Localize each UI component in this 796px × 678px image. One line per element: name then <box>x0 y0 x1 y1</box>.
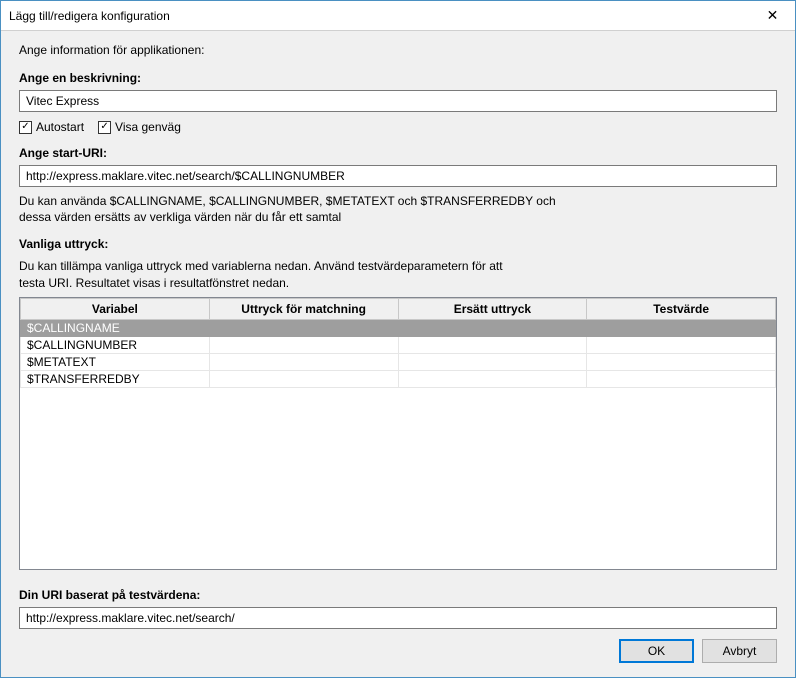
cell-variable[interactable]: $CALLINGNUMBER <box>21 336 210 353</box>
ok-button[interactable]: OK <box>619 639 694 663</box>
show-shortcut-checkbox[interactable]: ✓ Visa genväg <box>98 120 181 134</box>
result-section: Din URI baserat på testvärdena: <box>19 580 777 629</box>
variables-table-wrap[interactable]: Variabel Uttryck för matchning Ersätt ut… <box>19 297 777 570</box>
checkmark-icon: ✓ <box>98 121 111 134</box>
cell-replace_expr[interactable] <box>398 370 587 387</box>
cell-match_expr[interactable] <box>209 370 398 387</box>
start-uri-input[interactable] <box>19 165 777 187</box>
table-header-row: Variabel Uttryck för matchning Ersätt ut… <box>21 298 776 319</box>
col-variable[interactable]: Variabel <box>21 298 210 319</box>
cell-test_value[interactable] <box>587 319 776 336</box>
col-replace-expr[interactable]: Ersätt uttryck <box>398 298 587 319</box>
dialog-window: Lägg till/redigera konfiguration ✕ Ange … <box>0 0 796 678</box>
col-test-value[interactable]: Testvärde <box>587 298 776 319</box>
table-row[interactable]: $METATEXT <box>21 353 776 370</box>
cell-variable[interactable]: $CALLINGNAME <box>21 319 210 336</box>
window-title: Lägg till/redigera konfiguration <box>9 9 170 23</box>
regex-label: Vanliga uttryck: <box>19 237 777 251</box>
table-row[interactable]: $TRANSFERREDBY <box>21 370 776 387</box>
cell-replace_expr[interactable] <box>398 336 587 353</box>
cell-match_expr[interactable] <box>209 336 398 353</box>
cell-test_value[interactable] <box>587 336 776 353</box>
show-shortcut-label: Visa genväg <box>115 120 181 134</box>
button-row: OK Avbryt <box>19 639 777 663</box>
intro-text: Ange information för applikationen: <box>19 43 777 57</box>
cell-test_value[interactable] <box>587 353 776 370</box>
cell-replace_expr[interactable] <box>398 319 587 336</box>
checkmark-icon: ✓ <box>19 121 32 134</box>
regex-info-text: Du kan tillämpa vanliga uttryck med vari… <box>19 258 777 290</box>
description-label: Ange en beskrivning: <box>19 71 777 85</box>
uri-info-text: Du kan använda $CALLINGNAME, $CALLINGNUM… <box>19 193 777 225</box>
start-uri-label: Ange start-URI: <box>19 146 777 160</box>
cell-match_expr[interactable] <box>209 319 398 336</box>
cell-test_value[interactable] <box>587 370 776 387</box>
checkbox-row: ✓ Autostart ✓ Visa genväg <box>19 120 777 134</box>
cell-variable[interactable]: $TRANSFERREDBY <box>21 370 210 387</box>
close-button[interactable]: ✕ <box>750 1 795 30</box>
autostart-label: Autostart <box>36 120 84 134</box>
dialog-body: Ange information för applikationen: Ange… <box>1 31 795 677</box>
cancel-button[interactable]: Avbryt <box>702 639 777 663</box>
table-row[interactable]: $CALLINGNAME <box>21 319 776 336</box>
autostart-checkbox[interactable]: ✓ Autostart <box>19 120 84 134</box>
description-input[interactable] <box>19 90 777 112</box>
result-uri-input[interactable] <box>19 607 777 629</box>
cell-match_expr[interactable] <box>209 353 398 370</box>
titlebar: Lägg till/redigera konfiguration ✕ <box>1 1 795 31</box>
variables-table: Variabel Uttryck för matchning Ersätt ut… <box>20 298 776 388</box>
cell-replace_expr[interactable] <box>398 353 587 370</box>
table-row[interactable]: $CALLINGNUMBER <box>21 336 776 353</box>
col-match-expr[interactable]: Uttryck för matchning <box>209 298 398 319</box>
close-icon: ✕ <box>767 7 779 24</box>
cell-variable[interactable]: $METATEXT <box>21 353 210 370</box>
result-label: Din URI baserat på testvärdena: <box>19 588 777 602</box>
